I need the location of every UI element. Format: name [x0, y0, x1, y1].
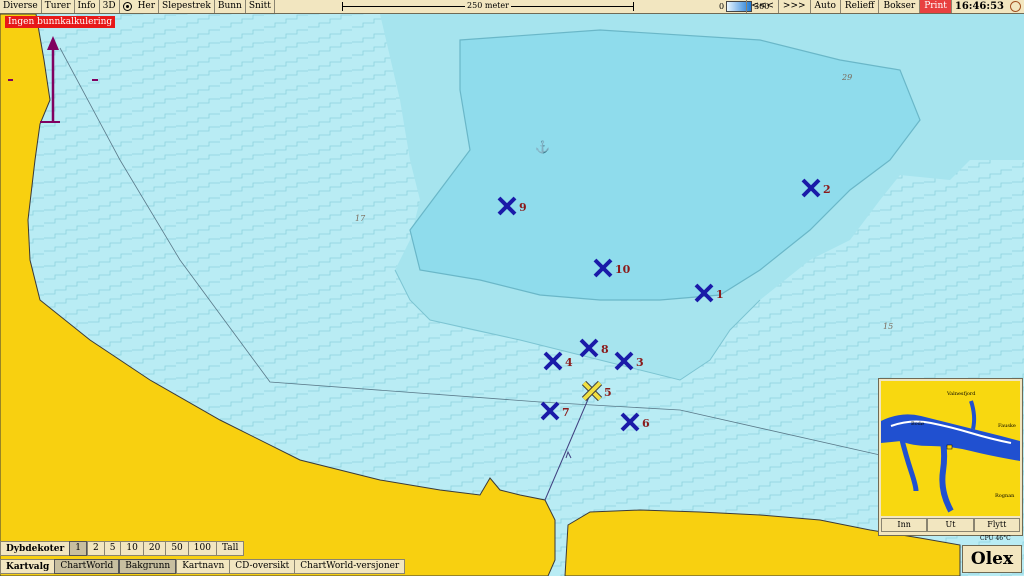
place-bodo: Bodø	[911, 421, 924, 427]
scale-bar: 250 meter	[342, 1, 634, 11]
depth-label: 15	[883, 322, 894, 331]
menu-slepestrek[interactable]: Slepestrek	[159, 0, 215, 13]
menu-her[interactable]: Her	[135, 0, 160, 13]
depth-min: 0	[719, 2, 725, 11]
waypoint-label: 5	[604, 386, 612, 399]
zoom-out-button[interactable]: Ut	[927, 518, 974, 532]
kartvalg-option[interactable]: CD-oversikt	[229, 560, 294, 573]
kartvalg-option[interactable]: Kartnavn	[176, 560, 229, 573]
dybdekoter-option[interactable]: 5	[103, 542, 121, 555]
cpu-temp: CPU 46°C	[980, 535, 1011, 542]
kartvalg-option[interactable]: Bakgrunn	[119, 559, 177, 574]
dybdekoter-option[interactable]: 100	[187, 542, 216, 555]
zoom-in-button[interactable]: Inn	[881, 518, 928, 532]
right-menu: <<< >>> Auto Relieff Bokser Print 16:46:…	[746, 0, 1024, 13]
menu-bunn[interactable]: Bunn	[215, 0, 246, 13]
menu-turer[interactable]: Turer	[42, 0, 75, 13]
dybdekoter-option[interactable]: 2	[86, 542, 104, 555]
prev-button[interactable]: <<<	[746, 0, 778, 13]
menu-3d[interactable]: 3D	[100, 0, 120, 13]
kartvalg-option[interactable]: ChartWorld	[54, 559, 120, 574]
menu-info[interactable]: Info	[75, 0, 100, 13]
waypoint-label: 2	[823, 183, 831, 196]
warning-badge: Ingen bunnkalkulering	[5, 16, 116, 28]
waypoint-label: 7	[562, 406, 570, 419]
place-rognan: Rognan	[995, 493, 1015, 499]
overview-map-view[interactable]: Valnesfjord Fauske Bodø Rognan	[881, 381, 1020, 516]
depth-label: 17	[355, 214, 366, 223]
dybdekoter-option[interactable]: 50	[165, 542, 187, 555]
menu-diverse[interactable]: Diverse	[0, 0, 42, 13]
waypoint-label: 4	[565, 356, 573, 369]
waypoint-label: 8	[601, 343, 609, 356]
bokser-button[interactable]: Bokser	[878, 0, 919, 13]
waypoint-label: 6	[642, 417, 650, 430]
waypoint-label: 3	[636, 356, 644, 369]
scale-label: 250 meter	[465, 1, 511, 10]
overview-map[interactable]: Valnesfjord Fauske Bodø Rognan Inn Ut Fl…	[878, 378, 1023, 536]
clock: 16:46:53	[950, 0, 1007, 13]
olex-logo: Olex	[962, 545, 1022, 573]
print-button[interactable]: Print	[919, 0, 951, 13]
move-button[interactable]: Flytt	[973, 518, 1020, 532]
waypoint-label: 1	[716, 288, 724, 301]
waypoint-label: 9	[519, 201, 527, 214]
relieff-button[interactable]: Relieff	[839, 0, 879, 13]
anchor-icon: ⚓	[535, 140, 550, 154]
kartvalg-option[interactable]: ChartWorld-versjoner	[294, 560, 404, 573]
dybdekoter-label: Dybdekoter	[6, 543, 65, 554]
place-valnesfjord: Valnesfjord	[947, 391, 976, 397]
next-button[interactable]: >>>	[777, 0, 810, 13]
kartvalg-bar: Kartvalg ChartWorld Bakgrunn Kartnavn CD…	[0, 559, 406, 574]
dybdekoter-option[interactable]: 1	[69, 541, 87, 556]
waypoint-label: 10	[615, 263, 631, 276]
dybdekoter-bar: Dybdekoter 1 2 5 10 20 50 100 Tall	[0, 541, 245, 556]
depth-label: 29	[842, 73, 853, 82]
position-icon[interactable]	[122, 2, 132, 11]
chart-map[interactable]	[0, 0, 1024, 576]
auto-button[interactable]: Auto	[809, 0, 840, 13]
sun-icon[interactable]	[1010, 1, 1021, 12]
dybdekoter-option[interactable]: 10	[120, 542, 142, 555]
menu-snitt[interactable]: Snitt	[246, 0, 275, 13]
dybdekoter-option[interactable]: Tall	[215, 542, 243, 555]
place-fauske: Fauske	[998, 423, 1016, 429]
kartvalg-label: Kartvalg	[6, 561, 50, 572]
dybdekoter-option[interactable]: 20	[142, 542, 165, 555]
